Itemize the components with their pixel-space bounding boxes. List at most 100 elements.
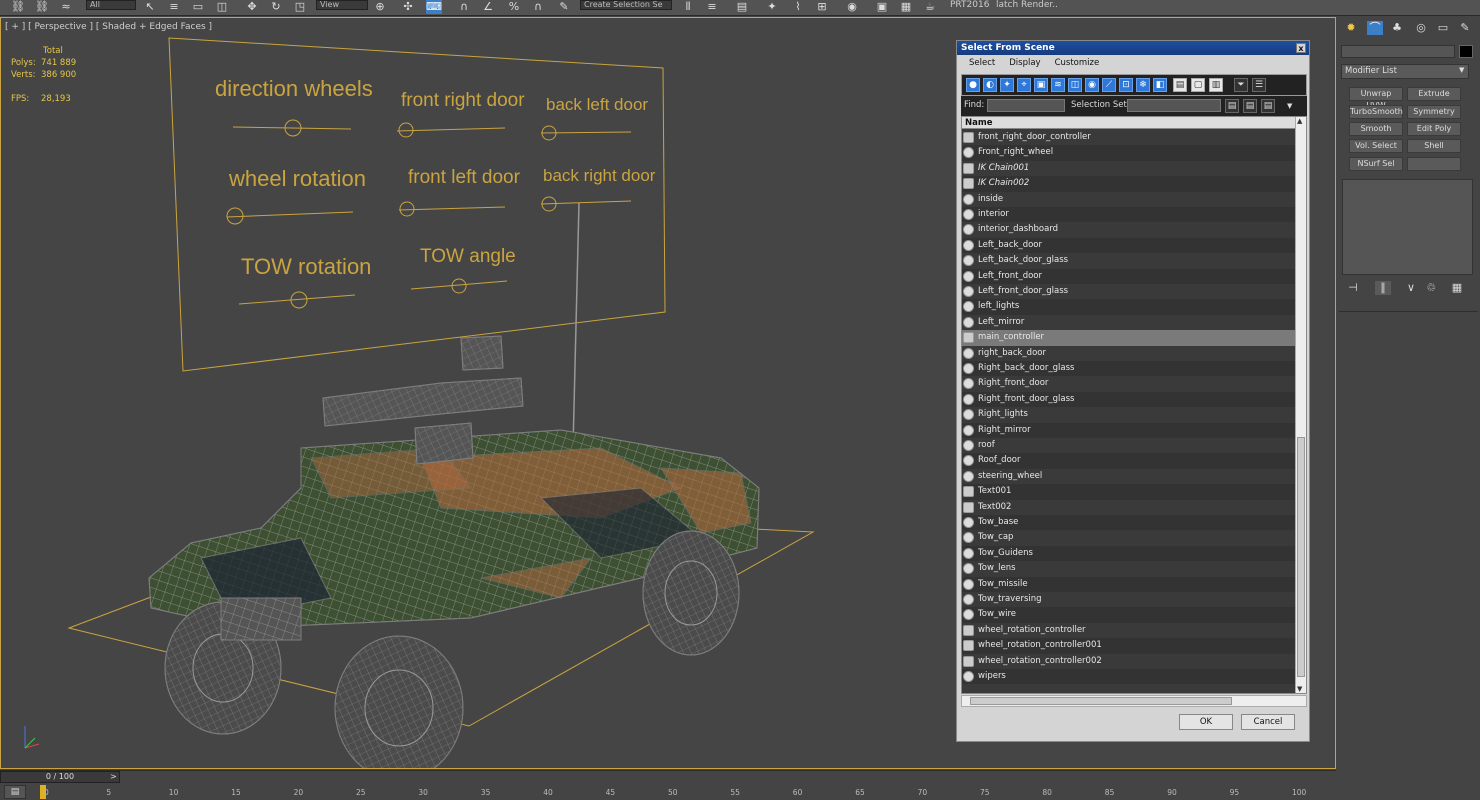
selection-filter-dropdown[interactable]: All [86,0,136,10]
list-item[interactable]: roof [962,438,1296,453]
display-geometry-icon[interactable]: ● [966,78,980,92]
list-item[interactable]: Tow_Guidens [962,545,1296,562]
show-end-result-icon[interactable]: ∥ [1375,281,1391,295]
filter-options-icon[interactable]: ☰ [1252,78,1266,92]
utilities-tab-icon[interactable]: ✎ [1457,21,1473,35]
list-item[interactable]: Tow_traversing [962,592,1296,607]
object-color-swatch[interactable] [1459,45,1473,58]
list-item[interactable]: Left_mirror [962,315,1296,330]
make-unique-icon[interactable]: ∨ [1403,281,1419,295]
list-item[interactable]: wheel_rotation_controller002 [962,654,1296,669]
extrude-button[interactable]: Extrude [1407,87,1461,101]
list-item[interactable]: Text002 [962,500,1296,515]
timeline[interactable]: 0 / 100 > ▤ 0 5 10 15 20 25 30 35 40 45 50 55 60 65 70… [0,770,1336,800]
horizontal-scroll-thumb[interactable] [970,697,1232,705]
rect-selection-icon[interactable]: ▭ [190,0,206,14]
bind-spacewarp-icon[interactable]: ≈ [58,0,74,14]
column-header-name[interactable]: Name [962,117,1306,129]
vol-select-button[interactable]: Vol. Select [1349,139,1403,153]
display-none-icon[interactable]: ▢ [1191,78,1205,92]
invert-display-icon[interactable]: ▥ [1209,78,1223,92]
align-icon[interactable]: ≡ [704,0,720,14]
edit-poly-button[interactable]: Edit Poly [1407,122,1461,136]
horizontal-scrollbar[interactable] [961,695,1307,707]
scroll-up-icon[interactable]: ▲ [1297,117,1302,125]
symmetry-button[interactable]: Symmetry [1407,105,1461,119]
object-name-field[interactable] [1341,45,1455,58]
schematic-view-icon[interactable]: ⊞ [814,0,830,14]
display-groups-icon[interactable]: ◫ [1068,78,1082,92]
dialog-title-bar[interactable]: Select From Scene x [957,41,1309,55]
list-item[interactable]: Roof_door [962,453,1296,469]
curve-editor-icon[interactable]: ⌇ [790,0,806,14]
remove-modifier-icon[interactable]: ♲ [1423,281,1439,295]
remove-from-selection-set-icon[interactable]: ▤ [1261,99,1275,113]
list-item[interactable]: IK Chain001 [962,161,1296,176]
list-item[interactable]: Tow_lens [962,561,1296,576]
viewport-label[interactable]: [ + ] [ Perspective ] [ Shaded + Edged F… [5,22,212,32]
list-item[interactable]: Left_back_door_glass [962,253,1296,268]
list-item[interactable]: wheel_rotation_controller [962,623,1296,638]
renderer-label[interactable]: PRT2016 [950,0,989,10]
scroll-thumb[interactable] [1297,437,1305,677]
list-item[interactable]: Right_back_door_glass [962,361,1296,377]
hierarchy-tab-icon[interactable]: ♣ [1389,21,1405,35]
close-icon[interactable]: x [1296,43,1306,53]
select-by-name-icon[interactable]: ≡ [166,0,182,14]
list-item[interactable]: IK Chain002 [962,176,1296,192]
menu-customize[interactable]: Customize [1055,55,1100,71]
configure-modifier-sets-icon[interactable]: ▦ [1449,281,1465,295]
add-to-selection-set-icon[interactable]: ▤ [1243,99,1257,113]
reference-coord-dropdown[interactable]: View [316,0,368,10]
shell-button[interactable]: Shell [1407,139,1461,153]
unlink-icon[interactable]: ⛓ [34,0,50,14]
render-icon[interactable]: ☕ [922,0,938,14]
find-input[interactable] [987,99,1065,112]
select-manipulate-icon[interactable]: ✣ [400,0,416,14]
list-item[interactable]: Right_front_door [962,376,1296,391]
filter-icon[interactable]: ⏷ [1234,78,1248,92]
scale-icon[interactable]: ◳ [292,0,308,14]
batch-render-button[interactable]: latch Render.. [996,0,1058,10]
list-item[interactable]: front_right_door_controller [962,130,1296,145]
menu-select[interactable]: Select [969,55,995,71]
create-selection-set-icon[interactable]: ▤ [1225,99,1239,113]
rotate-icon[interactable]: ↻ [268,0,284,14]
scene-object-list[interactable]: Name front_right_door_controller Front_ri… [961,116,1307,694]
render-setup-icon[interactable]: ▣ [874,0,890,14]
move-icon[interactable]: ✥ [244,0,260,14]
modifier-list-dropdown[interactable]: Modifier List [1341,64,1469,79]
ok-button[interactable]: OK [1179,714,1233,730]
display-shapes-icon[interactable]: ◐ [983,78,997,92]
list-item[interactable]: main_controller [962,330,1296,346]
motion-tab-icon[interactable]: ◎ [1413,21,1429,35]
spinner-snap-icon[interactable]: ∩ [530,0,546,14]
display-spacewarps-icon[interactable]: ≋ [1051,78,1065,92]
list-item[interactable]: Text001 [962,484,1296,500]
selection-set-dropdown[interactable] [1127,99,1221,112]
trackbar-menu-icon[interactable]: ▤ [4,785,26,799]
list-item[interactable]: Front_right_wheel [962,145,1296,161]
graphite-toggle-icon[interactable]: ✦ [764,0,780,14]
select-object-icon[interactable]: ↖ [142,0,158,14]
list-item[interactable]: Left_back_door [962,237,1296,254]
scroll-down-icon[interactable]: ▼ [1297,685,1302,693]
next-frame-icon[interactable]: > [110,772,117,781]
display-cameras-icon[interactable]: ⌖ [1017,78,1031,92]
create-tab-icon[interactable]: ✹ [1343,21,1359,35]
list-item[interactable]: left_lights [962,299,1296,315]
window-crossing-icon[interactable]: ◫ [214,0,230,14]
display-all-icon[interactable]: ▤ [1173,78,1187,92]
display-hidden-icon[interactable]: ◧ [1153,78,1167,92]
display-frozen-icon[interactable]: ❄ [1136,78,1150,92]
display-containers-icon[interactable]: ⊡ [1119,78,1133,92]
snap-toggle-icon[interactable]: ∩ [456,0,472,14]
angle-snap-icon[interactable]: ∠ [480,0,496,14]
list-item[interactable]: steering_wheel [962,469,1296,484]
link-icon[interactable]: ⛓ [10,0,26,14]
list-item[interactable]: Right_lights [962,407,1296,422]
list-item[interactable]: right_back_door [962,346,1296,361]
keyboard-shortcut-icon[interactable]: ⌨ [426,0,442,14]
smooth-button[interactable]: Smooth [1349,122,1403,136]
display-bones-icon[interactable]: ⟋ [1102,78,1116,92]
